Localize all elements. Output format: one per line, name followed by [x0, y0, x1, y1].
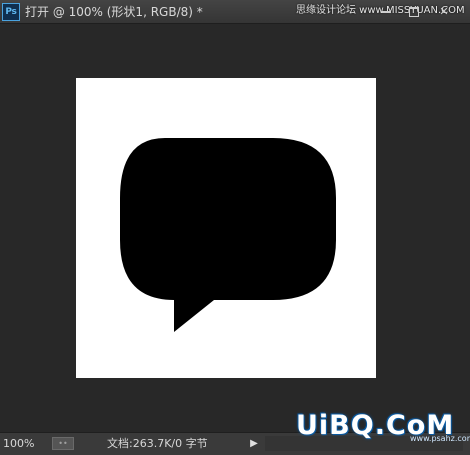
minimize-button[interactable] — [372, 3, 400, 20]
photoshop-app-icon: Ps — [2, 3, 20, 21]
photoshop-document-window: Ps 打开 @ 100% (形状1, RGB/8) * 思缘设计论坛 www.M… — [0, 0, 470, 455]
document-size-info: 文档:263.7K/0 字节 — [107, 437, 208, 450]
maximize-button[interactable] — [400, 3, 428, 20]
document-canvas[interactable] — [76, 78, 376, 378]
document-title-bar[interactable]: Ps 打开 @ 100% (形状1, RGB/8) * 思缘设计论坛 www.M… — [0, 0, 470, 24]
minimize-icon — [381, 11, 391, 13]
status-preview-icon[interactable]: •• — [52, 437, 74, 450]
watermark-url: www.psahz.com — [410, 434, 470, 443]
close-icon: ✕ — [439, 5, 449, 18]
document-title: 打开 @ 100% (形状1, RGB/8) * — [25, 5, 203, 19]
speech-bubble-shape[interactable] — [76, 78, 376, 378]
close-button[interactable]: ✕ — [430, 3, 458, 20]
zoom-level-field[interactable]: 100% — [3, 436, 49, 451]
play-right-icon[interactable]: ▶ — [247, 437, 261, 451]
maximize-icon — [409, 7, 419, 17]
